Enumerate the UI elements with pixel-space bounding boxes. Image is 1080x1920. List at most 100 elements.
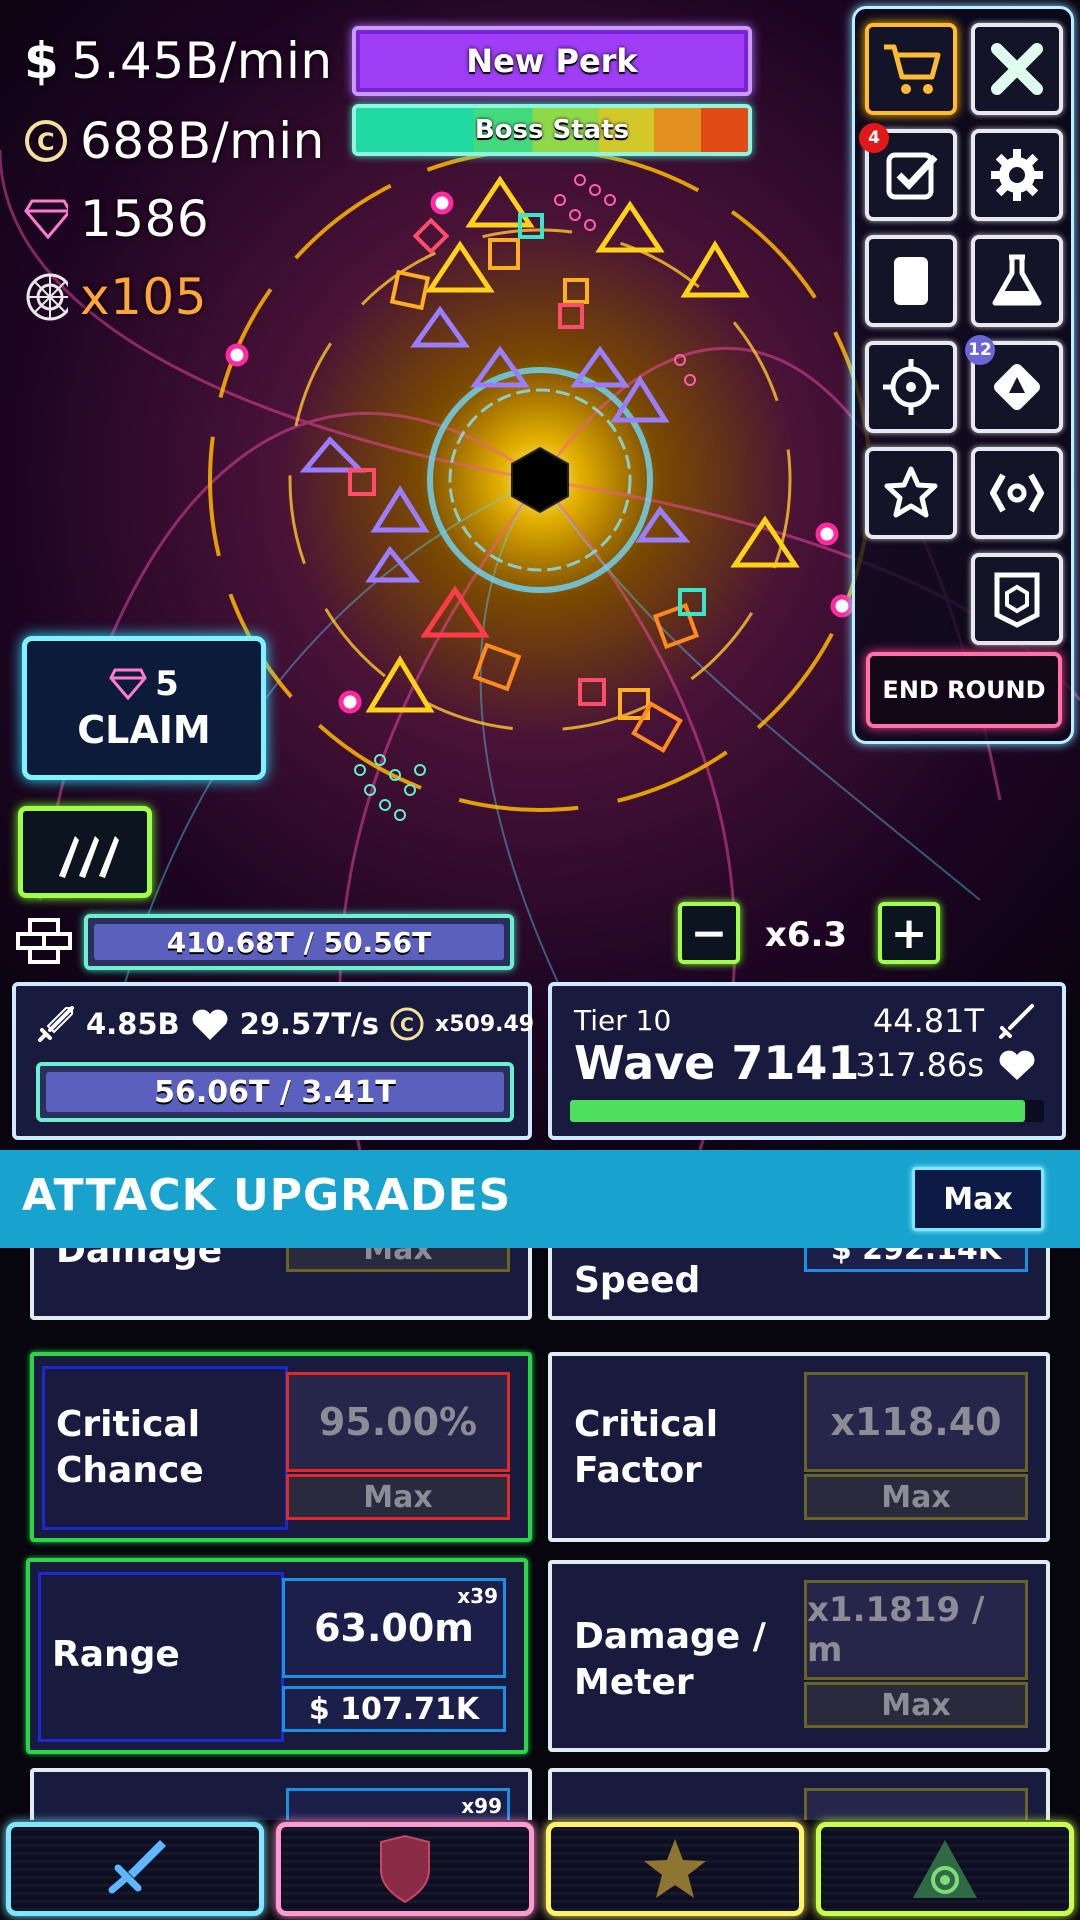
sword-icon: [108, 1840, 166, 1894]
new-perk-button[interactable]: New Perk: [352, 26, 752, 96]
missions-badge: 4: [859, 123, 889, 153]
claim-label: CLAIM: [77, 708, 211, 752]
close-icon: [991, 43, 1043, 95]
shield-icon: [380, 1834, 430, 1904]
close-button[interactable]: [971, 23, 1063, 115]
tower-damage: 4.85B: [86, 1007, 180, 1041]
minus-icon: −: [690, 907, 728, 959]
tower-stats-row: 4.85B 29.57T/s C x509.49: [36, 1004, 534, 1044]
tower-health-text: 56.06T / 3.41T: [154, 1074, 396, 1110]
speed-increase-button[interactable]: +: [878, 902, 940, 964]
speed-decrease-button[interactable]: −: [678, 902, 740, 964]
coin-icon: C: [24, 119, 68, 163]
upgrade-name: Critical Factor: [574, 1404, 719, 1491]
upgrade-cost: Max: [286, 1248, 510, 1272]
star-icon: [884, 466, 938, 518]
upgrade-card-range[interactable]: Range 63.00m x39 $ 107.71K: [26, 1558, 528, 1754]
missile-button[interactable]: [18, 806, 152, 898]
ultimate-weapon-button[interactable]: [971, 447, 1063, 539]
wave-label: Wave 7141: [574, 1036, 860, 1090]
wall-health-bar: 410.68T / 50.56T: [84, 914, 514, 970]
upgrade-cost-button[interactable]: $ 107.71K: [282, 1686, 506, 1732]
upgrade-list[interactable]: Damage Max Speed $ 292.14K Critical Chan…: [0, 1248, 1080, 1820]
star-icon: [644, 1839, 706, 1898]
tower-health-bar: 56.06T / 3.41T: [36, 1062, 514, 1122]
upgrade-card-critical-factor[interactable]: Critical Factor x118.40 Max: [548, 1352, 1050, 1542]
buy-max-label: Max: [943, 1181, 1013, 1217]
upgrade-name: Damage / Meter: [574, 1616, 766, 1703]
upgrade-value: x118.40: [804, 1372, 1028, 1472]
upgrade-card-damage[interactable]: Damage Max: [30, 1248, 532, 1320]
upgrade-card-next-right[interactable]: [548, 1768, 1050, 1820]
buy-max-toggle[interactable]: Max: [912, 1167, 1044, 1231]
guild-button[interactable]: [971, 553, 1063, 645]
upgrade-level: x39: [457, 1584, 498, 1608]
targeting-button[interactable]: [865, 341, 957, 433]
banner-icon: [994, 572, 1040, 628]
missions-badge-count: 4: [868, 128, 880, 148]
end-round-label: END ROUND: [882, 676, 1046, 704]
gem-count-value: 1586: [80, 190, 210, 248]
upgrade-cost: Max: [286, 1474, 510, 1520]
shop-button[interactable]: [865, 23, 957, 115]
enemy-damage-value: 44.81T: [872, 1002, 984, 1040]
lab-button[interactable]: [971, 235, 1063, 327]
gem-icon: [24, 197, 68, 241]
upgrade-card-speed[interactable]: Speed $ 292.14K: [548, 1248, 1050, 1320]
upgrade-name: Damage: [56, 1248, 223, 1271]
tab-attack[interactable]: [6, 1822, 264, 1916]
coin-icon: C: [390, 1007, 424, 1041]
upgrade-cost: Max: [804, 1682, 1028, 1728]
eye-triangle-icon: [913, 1840, 977, 1898]
upgrade-cost[interactable]: $ 292.14K: [804, 1248, 1028, 1272]
sword-icon: [38, 1006, 74, 1042]
tower-coin-multiplier: x509.49: [435, 1011, 535, 1037]
upgrade-card-critical-chance[interactable]: Critical Chance 95.00% Max: [30, 1352, 532, 1542]
card-icon: [894, 257, 928, 305]
upgrade-value: 95.00%: [286, 1372, 510, 1472]
claim-gems-button[interactable]: 5 CLAIM: [22, 636, 266, 780]
side-menu: 4 12: [852, 6, 1074, 744]
upgrade-name: Speed: [574, 1260, 701, 1301]
boss-stats-button[interactable]: Boss Stats: [352, 104, 752, 156]
cash-rate: $ 5.45B/min: [24, 32, 333, 90]
wave-timer-value: 317.86s: [855, 1046, 984, 1084]
flask-icon: [992, 254, 1042, 306]
cash-symbol: $: [24, 32, 60, 90]
boss-stats-label: Boss Stats: [474, 115, 630, 145]
coin-rate: C 688B/min: [24, 112, 325, 170]
wave-progress-fill: [570, 1100, 1026, 1122]
claim-gem-reward: 5: [109, 664, 179, 704]
wave-timer: 317.86s: [855, 1046, 1036, 1084]
upgrade-value: [804, 1788, 1028, 1820]
upgrade-level: x99: [461, 1794, 502, 1818]
tab-defense[interactable]: [276, 1822, 534, 1916]
settings-button[interactable]: [971, 129, 1063, 221]
cards-button[interactable]: [865, 235, 957, 327]
svg-text:C: C: [400, 1014, 414, 1036]
enemy-damage: 44.81T: [873, 1002, 1036, 1040]
tower-regen: 29.57T/s: [239, 1007, 380, 1041]
modules-badge-count: 12: [968, 340, 992, 360]
heart-icon: [999, 1050, 1035, 1080]
crosshair-icon: [883, 359, 939, 415]
tower-stats-panel: 4.85B 29.57T/s C x509.49 56.06T / 3.41T: [12, 982, 534, 1140]
claim-gem-amount: 5: [155, 664, 179, 704]
end-round-button[interactable]: END ROUND: [866, 652, 1062, 728]
tab-utility[interactable]: [546, 1822, 804, 1916]
upgrade-name: Range: [52, 1634, 180, 1675]
upgrade-name: Critical Chance: [56, 1404, 204, 1491]
tab-ultimate[interactable]: [816, 1822, 1074, 1916]
upgrades-header: ATTACK UPGRADES Max: [0, 1150, 1080, 1248]
upgrade-card-damage-per-meter[interactable]: Damage / Meter x1.1819 / m Max: [548, 1560, 1050, 1752]
upgrade-card-next-left[interactable]: x99: [30, 1768, 532, 1820]
heart-icon: [192, 1009, 228, 1040]
gem-count: 1586: [24, 190, 209, 248]
missiles-icon: [59, 836, 119, 878]
perks-button[interactable]: [865, 447, 957, 539]
upgrade-cost: Max: [804, 1474, 1028, 1520]
gem-icon: [109, 668, 147, 701]
wall-health-text: 410.68T / 50.56T: [166, 925, 432, 959]
diamond-module-icon: [994, 364, 1040, 410]
plus-icon: +: [890, 907, 928, 959]
